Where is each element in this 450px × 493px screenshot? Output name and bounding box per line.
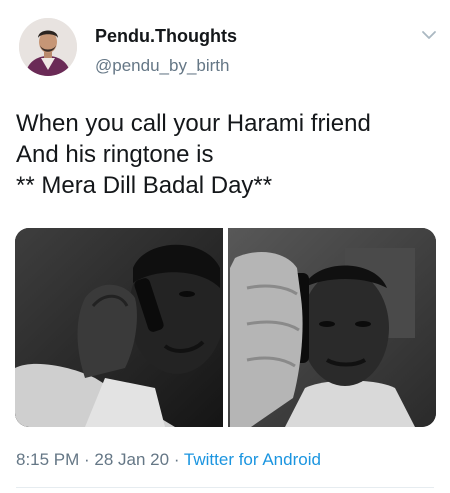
- meme-photo-icon: [15, 228, 436, 427]
- tweet-text: When you call your Harami friend And his…: [16, 108, 436, 201]
- author-display-name[interactable]: Pendu.Thoughts: [95, 26, 237, 47]
- tweet-text-line: And his ringtone is: [16, 141, 214, 168]
- tweet-source-link[interactable]: Twitter for Android: [184, 450, 321, 469]
- meta-separator: ·: [169, 450, 184, 469]
- tweet-date[interactable]: 28 Jan 20: [94, 450, 169, 469]
- author-handle[interactable]: @pendu_by_birth: [95, 56, 229, 76]
- meta-separator: ·: [79, 450, 95, 469]
- tweet-text-line: ** Mera Dill Badal Day**: [16, 172, 273, 199]
- chevron-down-icon[interactable]: [418, 26, 440, 44]
- profile-photo-icon: [19, 18, 77, 76]
- avatar[interactable]: [19, 18, 77, 76]
- tweet-media[interactable]: [15, 228, 436, 427]
- tweet-time[interactable]: 8:15 PM: [16, 450, 79, 469]
- tweet-card: Pendu.Thoughts @pendu_by_birth When you …: [0, 0, 450, 493]
- divider: [16, 487, 434, 488]
- tweet-text-line: When you call your Harami friend: [16, 110, 371, 137]
- tweet-timestamp: 8:15 PM · 28 Jan 20 · Twitter for Androi…: [16, 450, 321, 470]
